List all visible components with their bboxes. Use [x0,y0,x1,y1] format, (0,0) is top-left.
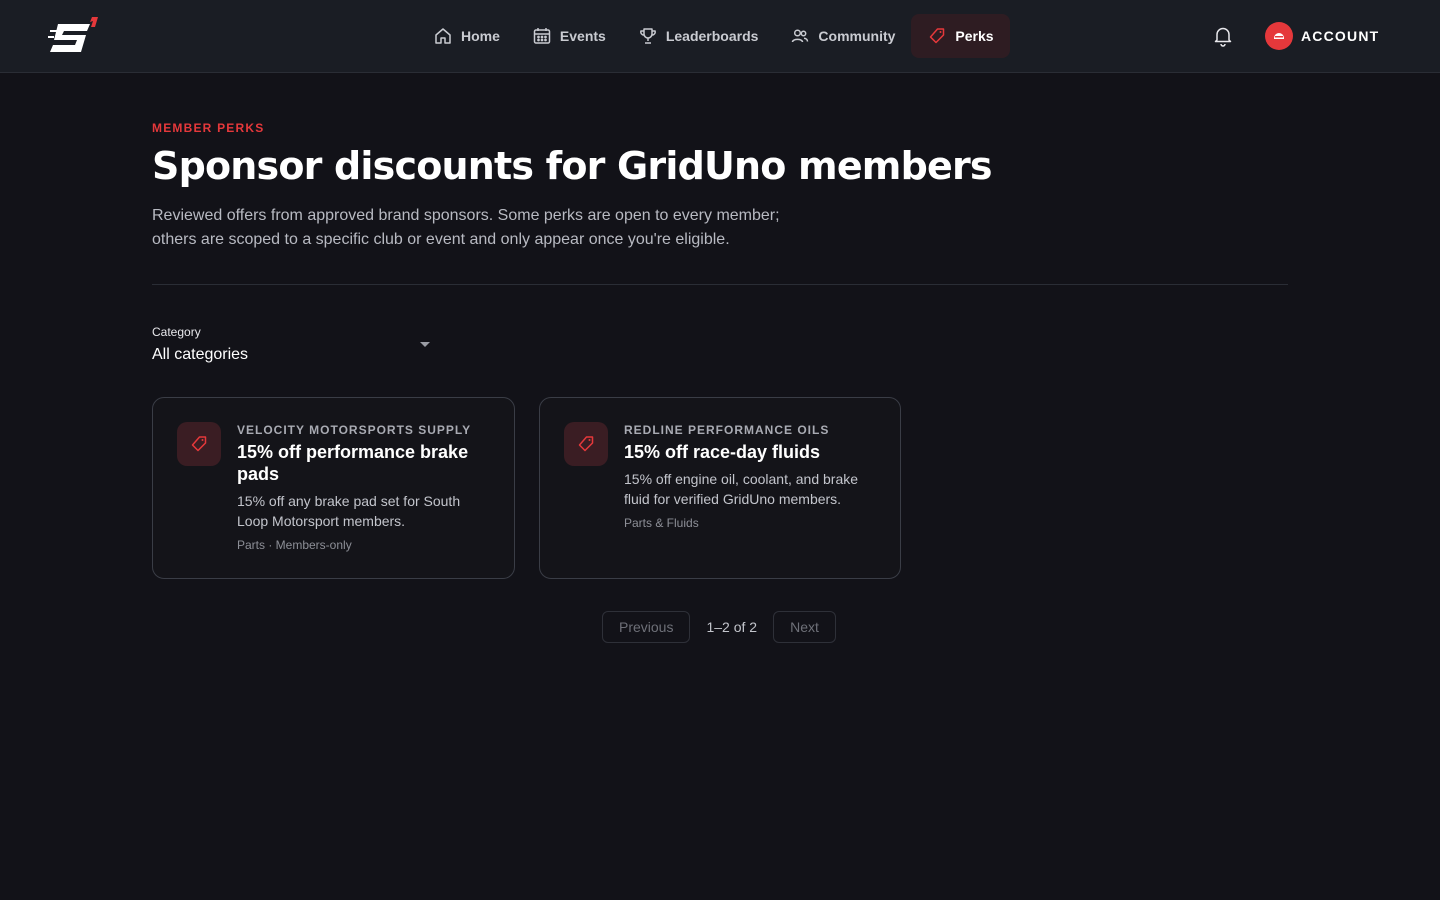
nav-perks[interactable]: Perks [911,14,1010,58]
nav-home-label: Home [461,28,500,44]
tag-icon [191,436,207,452]
bell-icon[interactable] [1211,24,1235,48]
perk-sponsor: REDLINE PERFORMANCE OILS [624,423,830,437]
top-navigation-bar: Home Events Leaderboards Community Perks… [0,0,1440,73]
pagination-info: 1–2 of 2 [706,619,758,635]
trophy-icon [639,28,656,44]
page-title: Sponsor discounts for GridUno members [152,144,993,188]
page-description: Reviewed offers from approved brand spon… [152,204,852,252]
page-description-line-2: others are scoped to a specific club or … [152,231,730,248]
page-eyebrow: MEMBER PERKS [152,121,265,135]
pagination: Previous 1–2 of 2 Next [602,611,836,643]
perk-card-redline[interactable]: REDLINE PERFORMANCE OILS 15% off race-da… [539,397,901,579]
category-select-label: Category [152,325,201,339]
category-select-value: All categories [152,346,249,363]
perk-sponsor: VELOCITY MOTORSPORTS SUPPLY [237,423,472,437]
account-menu[interactable]: ACCOUNT [1265,22,1379,50]
perk-meta: Parts · Members-only [237,538,352,552]
perk-title: 15% off race-day fluids [624,442,821,462]
next-page-button[interactable]: Next [773,611,836,643]
nav-home[interactable]: Home [417,14,516,58]
gridUno-logo[interactable] [48,16,100,58]
perk-description: 15% off engine oil, coolant, and brake f… [624,471,859,507]
perk-title: 15% off performance brake pads [237,442,469,484]
account-label: ACCOUNT [1301,28,1380,44]
perk-icon-badge [177,422,221,466]
nav-community[interactable]: Community [774,14,911,58]
perk-card-body: VELOCITY MOTORSPORTS SUPPLY 15% off perf… [237,422,490,553]
page-description-line-1: Reviewed offers from approved brand spon… [152,207,780,224]
tag-icon [930,28,945,44]
helmet-icon [1274,33,1284,39]
perk-icon-badge [564,422,608,466]
perk-meta: Parts & Fluids [624,516,699,530]
users-icon [792,29,809,43]
calendar-icon [533,28,551,44]
nav-perks-label: Perks [955,28,994,44]
avatar [1265,22,1293,50]
section-divider [152,284,1288,285]
home-icon [435,28,451,44]
perk-description: 15% off any brake pad set for South Loop… [237,493,461,529]
perk-card-body: REDLINE PERFORMANCE OILS 15% off race-da… [624,422,876,531]
nav-leaderboards-label: Leaderboards [665,28,759,44]
nav-community-label: Community [818,28,896,44]
chevron-down-icon [420,342,430,347]
nav-events[interactable]: Events [516,14,622,58]
main-nav: Home Events Leaderboards Community Perks [417,14,1010,58]
nav-events-label: Events [559,28,606,44]
category-select[interactable]: Category All categories [152,325,434,369]
nav-leaderboards[interactable]: Leaderboards [622,14,775,58]
tag-icon [578,436,594,452]
perk-card-velocity[interactable]: VELOCITY MOTORSPORTS SUPPLY 15% off perf… [152,397,515,579]
previous-page-button[interactable]: Previous [602,611,691,643]
